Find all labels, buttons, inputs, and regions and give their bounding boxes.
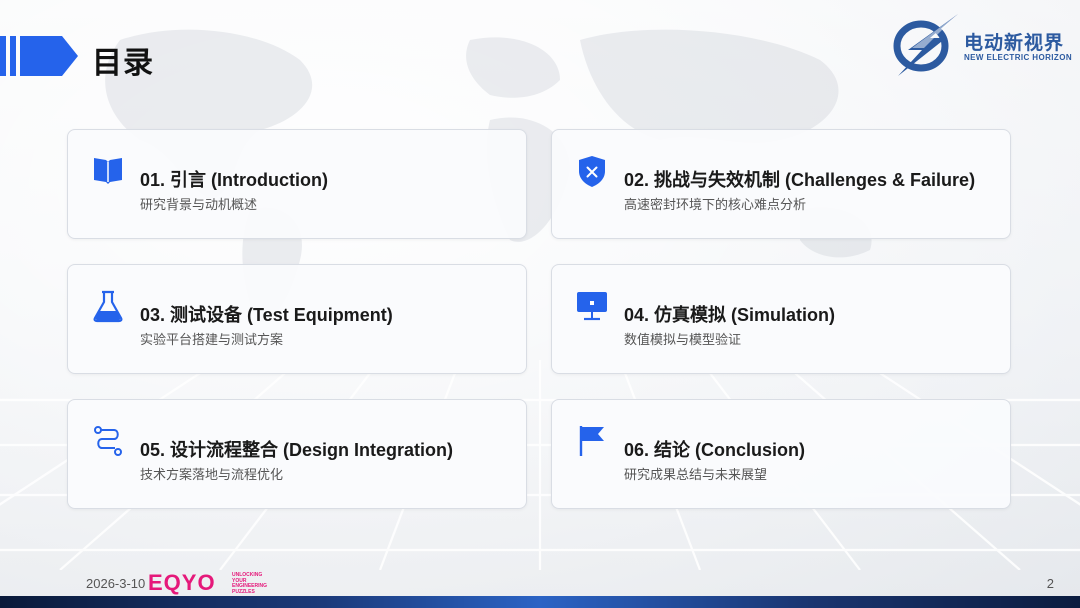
section-title: 06. 结论 (Conclusion) — [624, 440, 806, 460]
logo-name-cn: 电动新视界 — [964, 33, 1065, 54]
book-icon — [94, 158, 122, 184]
section-subtitle: 研究成果总结与未来展望 — [624, 467, 768, 482]
section-subtitle: 高速密封环境下的核心难点分析 — [624, 197, 807, 212]
section-subtitle: 研究背景与动机概述 — [140, 197, 258, 212]
section-subtitle: 技术方案落地与流程优化 — [140, 467, 284, 482]
section-subtitle: 实验平台搭建与测试方案 — [140, 332, 284, 347]
section-card-simulation[interactable]: 04. 仿真模拟 (Simulation) 数值模拟与模型验证 — [551, 264, 1011, 374]
flask-icon — [93, 290, 123, 323]
section-subtitle: 数值模拟与模型验证 — [624, 332, 742, 347]
section-title: 02. 挑战与失效机制 (Challenges & Failure) — [624, 170, 976, 190]
section-title: 03. 测试设备 (Test Equipment) — [140, 305, 393, 325]
section-title: 05. 设计流程整合 (Design Integration) — [140, 440, 454, 460]
section-card-test-equipment[interactable]: 03. 测试设备 (Test Equipment) 实验平台搭建与测试方案 — [67, 264, 527, 374]
logo-name-en: NEW ELECTRIC HORIZON — [964, 53, 1072, 62]
lightning-globe-logo-icon — [893, 14, 958, 76]
section-card-challenges[interactable]: 02. 挑战与失效机制 (Challenges & Failure) 高速密封环… — [551, 129, 1011, 239]
shield-x-icon — [579, 156, 605, 187]
page-title: 目录 — [92, 47, 154, 80]
monitor-icon — [577, 292, 607, 321]
route-icon — [94, 426, 122, 456]
slide-date: 2026-3-10 — [86, 576, 146, 591]
title-chevron-marker — [0, 36, 78, 76]
bottom-decorative-band — [0, 596, 1080, 608]
footer-brand-tagline: UNLOCKING YOUR ENGINEERING PUZZLES — [232, 572, 268, 595]
section-title: 04. 仿真模拟 (Simulation) — [624, 305, 836, 325]
section-card-conclusion[interactable]: 06. 结论 (Conclusion) 研究成果总结与未来展望 — [551, 399, 1011, 509]
page-number: 2 — [1046, 576, 1054, 591]
footer-brand-logo: EQYO UNLOCKING YOUR ENGINEERING PUZZLES — [148, 571, 276, 597]
section-card-introduction[interactable]: 01. 引言 (Introduction) 研究背景与动机概述 — [67, 129, 527, 239]
footer-brand-name: EQYO — [148, 570, 216, 595]
section-card-design-integration[interactable]: 05. 设计流程整合 (Design Integration) 技术方案落地与流… — [67, 399, 527, 509]
section-title: 01. 引言 (Introduction) — [140, 170, 328, 190]
brand-logo: 电动新视界 NEW ELECTRIC HORIZON — [888, 10, 1072, 76]
flag-icon — [579, 426, 604, 456]
